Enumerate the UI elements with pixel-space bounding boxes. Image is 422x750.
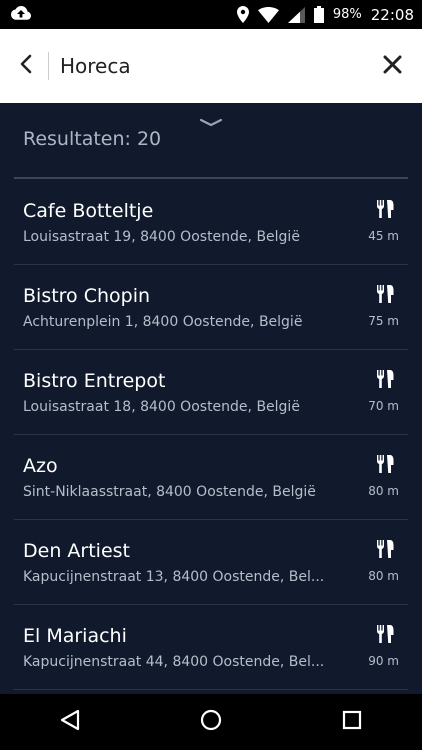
list-item[interactable]: Bistro Chopin Achturenplein 1, 8400 Oost… [14, 265, 408, 350]
restaurant-icon [376, 625, 394, 647]
search-input[interactable]: Horeca [49, 54, 362, 78]
place-address: Louisastraat 18, 8400 Oostende, België [23, 399, 300, 415]
place-name: Den Artiest [23, 540, 130, 562]
restaurant-icon [376, 370, 394, 392]
place-distance: 70 m [368, 399, 399, 413]
restaurant-icon [376, 455, 394, 477]
results-list: Cafe Botteltje Louisastraat 19, 8400 Oos… [0, 180, 422, 690]
back-button[interactable] [4, 29, 48, 103]
location-icon [236, 6, 249, 23]
list-item[interactable]: Cafe Botteltje Louisastraat 19, 8400 Oos… [14, 180, 408, 265]
place-name: Azo [23, 455, 58, 477]
chevron-down-icon [199, 112, 223, 131]
place-distance: 80 m [368, 569, 399, 583]
place-name: Cafe Botteltje [23, 200, 154, 222]
home-circle-icon [200, 709, 222, 735]
chevron-left-icon [20, 54, 32, 78]
drag-handle[interactable] [199, 112, 223, 131]
place-name: El Mariachi [23, 625, 127, 647]
place-distance: 45 m [368, 229, 399, 243]
list-item[interactable]: Den Artiest Kapucijnenstraat 13, 8400 Oo… [14, 520, 408, 605]
nav-recents-button[interactable] [322, 694, 382, 750]
list-item[interactable]: El Mariachi Kapucijnenstraat 44, 8400 Oo… [14, 605, 408, 690]
search-bar: Horeca [0, 29, 422, 103]
navigation-bar [0, 694, 422, 750]
place-name: Bistro Entrepot [23, 370, 166, 392]
signal-icon [287, 6, 305, 23]
clock: 22:08 [370, 5, 414, 24]
place-address: Achturenplein 1, 8400 Oostende, België [23, 314, 303, 330]
results-count: Resultaten: 20 [23, 128, 162, 150]
nav-home-button[interactable] [181, 694, 241, 750]
clear-search-button[interactable] [362, 29, 422, 103]
place-address: Kapucijnenstraat 44, 8400 Oostende, Bel.… [23, 654, 325, 670]
restaurant-icon [376, 285, 394, 307]
place-address: Louisastraat 19, 8400 Oostende, België [23, 229, 300, 245]
place-distance: 80 m [368, 484, 399, 498]
nav-back-button[interactable] [40, 694, 100, 750]
back-triangle-icon [60, 709, 80, 735]
place-distance: 75 m [368, 314, 399, 328]
close-icon [383, 55, 402, 78]
status-bar: 98% 22:08 [0, 0, 422, 29]
battery-percentage: 98% [332, 7, 362, 22]
list-item[interactable]: Bistro Entrepot Louisastraat 18, 8400 Oo… [14, 350, 408, 435]
battery-icon [313, 6, 324, 23]
restaurant-icon [376, 540, 394, 562]
results-divider [14, 177, 408, 179]
place-address: Kapucijnenstraat 13, 8400 Oostende, Bel.… [23, 569, 325, 585]
list-item[interactable]: Azo Sint-Niklaasstraat, 8400 Oostende, B… [14, 435, 408, 520]
wifi-icon [257, 6, 279, 23]
restaurant-icon [376, 200, 394, 222]
place-name: Bistro Chopin [23, 285, 151, 307]
place-distance: 90 m [368, 654, 399, 668]
recents-square-icon [342, 710, 362, 734]
place-address: Sint-Niklaasstraat, 8400 Oostende, Belgi… [23, 484, 316, 500]
cloud-upload-icon [10, 5, 32, 25]
